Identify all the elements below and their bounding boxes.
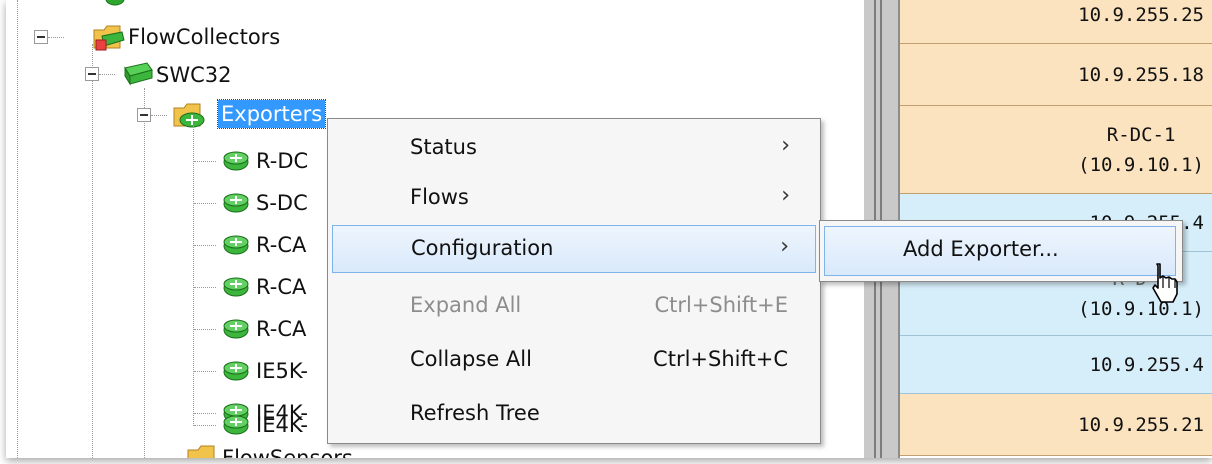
cell-text: (10.9.10.1) [1078,297,1204,320]
menu-item-shortcut: Ctrl+Shift+E [654,293,788,317]
menu-item-label: Flows [410,185,469,209]
tree-connector [194,425,216,426]
menu-item-label: Refresh Tree [410,401,540,425]
tree-connector [194,203,216,204]
menu-item-collapse-all[interactable]: Collapse All Ctrl+Shift+C [332,337,816,385]
tree-connector [194,329,216,330]
grid-cell[interactable]: R-DC-1 (10.9.10.1) [900,106,1212,194]
grid-cell[interactable]: 10.9.255.25 [900,0,1212,44]
folder-exporter-icon [173,103,205,128]
folder-network-icon [93,25,125,51]
tree-guide-line [17,0,18,458]
tree-node-exporter[interactable]: IE5K- [256,357,308,385]
tree-connector [151,115,167,116]
tree-node-exporter[interactable]: R-CA [256,273,306,301]
tree-connector [194,245,216,246]
cell-text: (10.9.10.1) [1078,153,1204,176]
menu-item-refresh-tree[interactable]: Refresh Tree [332,391,816,439]
router-icon [223,277,249,297]
grid-cell[interactable]: 10.9.255.4 [900,336,1212,394]
context-menu: Status › Flows › Configuration › Expand … [327,118,821,444]
cell-text: R-DC-1 [1106,123,1176,146]
menu-item-label: Collapse All [410,347,532,371]
tree-node-exporter[interactable]: R-DC [256,147,308,175]
collapse-toggle-icon[interactable] [34,30,48,44]
tree-node-exporter[interactable]: R-CA [256,315,306,343]
submenu-arrow-icon: › [781,133,790,158]
app-window: FlowCollectors SWC32 Exporters R-DC S-DC [6,0,1212,458]
grid-cell[interactable]: 10.9.255.18 [900,44,1212,106]
configuration-submenu: Add Exporter... [819,220,1183,282]
menu-item-label: Status [410,135,477,159]
router-icon [223,361,249,381]
cell-text: 10.9.255.4 [1089,353,1204,376]
cell-text: 10.9.255.18 [1078,63,1204,86]
cell-text: 10.9.255.21 [1078,413,1204,436]
menu-item-configuration[interactable]: Configuration › [332,225,816,273]
submenu-arrow-icon: › [780,234,789,259]
router-icon [223,151,249,171]
tree-guide-line [193,126,194,426]
menu-item-expand-all[interactable]: Expand All Ctrl+Shift+E [332,283,816,331]
tree-connector [48,37,64,38]
mouse-cursor-icon [1152,263,1178,303]
router-icon [223,319,249,339]
tree-node-swc32[interactable]: SWC32 [156,61,231,89]
tree-connector [194,371,216,372]
tree-node-exporter[interactable]: S-DC [256,189,308,217]
tree-guide-line [144,88,145,458]
tree-node-exporters[interactable]: Exporters [216,99,327,129]
tree-guide-line [92,44,93,458]
folder-sensor-icon [187,445,215,458]
flow-collector-icon [124,62,153,86]
collapse-toggle-icon[interactable] [137,108,151,122]
grid-cell[interactable]: 10.9.255.21 [900,394,1212,456]
tree-connector [99,74,115,75]
menu-item-label: Add Exporter... [903,237,1059,261]
menu-item-status[interactable]: Status › [332,125,816,173]
submenu-arrow-icon: › [781,183,790,208]
network-icon [105,0,125,6]
router-icon [223,193,249,213]
router-icon [223,235,249,255]
menu-item-label: Expand All [410,293,522,317]
tree-node-flowsensors[interactable]: FlowSensors [222,444,353,458]
cell-text: 10.9.255.25 [1078,3,1204,26]
menu-item-shortcut: Ctrl+Shift+C [653,347,788,371]
collapse-toggle-icon[interactable] [85,67,99,81]
tree-node-flowcollectors[interactable]: FlowCollectors [128,23,280,51]
tree-node-exporter[interactable]: R-CA [256,231,306,259]
menu-item-add-exporter[interactable]: Add Exporter... [824,226,1176,276]
menu-item-label: Configuration [411,236,554,260]
menu-item-flows[interactable]: Flows › [332,175,816,223]
tree-node-exporter[interactable]: IE4K- [256,411,308,439]
tree-connector [194,287,216,288]
tree-connector [194,413,216,414]
tree-connector [194,161,216,162]
cell-two-line: R-DC-1 (10.9.10.1) [1078,120,1204,180]
router-icon [223,415,249,435]
